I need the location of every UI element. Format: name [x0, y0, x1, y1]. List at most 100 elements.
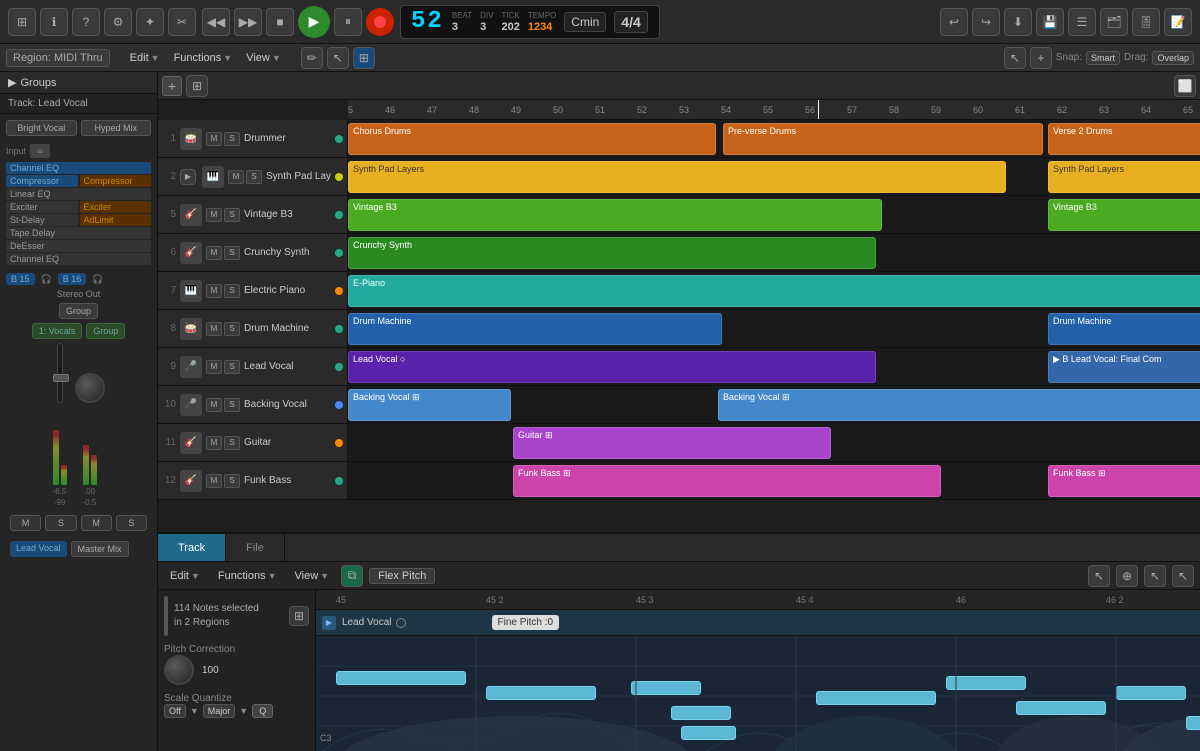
s-btn-2[interactable]: S: [116, 515, 147, 531]
settings-btn[interactable]: ⚙: [104, 8, 132, 36]
region-backing-2[interactable]: Backing Vocal ⊞: [718, 389, 1200, 421]
region-drum-machine-2[interactable]: Drum Machine: [1048, 313, 1200, 345]
track-name-btn[interactable]: Lead Vocal: [10, 541, 67, 557]
region-chorus-drums[interactable]: Chorus Drums: [348, 123, 716, 155]
pitch-knob[interactable]: [164, 655, 194, 685]
read-btn-group[interactable]: Group: [86, 323, 125, 339]
region-verse2-drums[interactable]: Verse 2 Drums: [1048, 123, 1200, 155]
plugin-exciter-2[interactable]: Exciter: [80, 201, 152, 213]
region-vintage-1[interactable]: Vintage B3: [348, 199, 882, 231]
region-bass-2[interactable]: Funk Bass ⊞: [1048, 465, 1200, 497]
region-synth-1[interactable]: Synth Pad Layers: [348, 161, 1006, 193]
drag-select[interactable]: Overlap: [1152, 51, 1194, 65]
m-btn-1[interactable]: M: [10, 515, 41, 531]
track-content-1[interactable]: Chorus Drums Pre-verse Drums Verse 2 Dru…: [348, 120, 1200, 157]
master-mix-btn[interactable]: Master Mix: [71, 541, 129, 557]
editor-functions-menu[interactable]: Functions ▼: [212, 568, 283, 584]
scale-off-select[interactable]: Off: [164, 704, 186, 718]
fader-thumb-1[interactable]: [53, 374, 69, 382]
solo-btn-11[interactable]: S: [224, 436, 240, 450]
mute-btn-9[interactable]: M: [206, 360, 222, 374]
solo-btn-12[interactable]: S: [224, 474, 240, 488]
notepad-btn[interactable]: 📝: [1164, 8, 1192, 36]
plugin-channel-eq-2[interactable]: Channel EQ: [6, 253, 151, 265]
forward-btn[interactable]: ▶▶: [234, 8, 262, 36]
mute-btn-5[interactable]: M: [206, 208, 222, 222]
track-settings-btn[interactable]: ⊞: [186, 75, 208, 97]
solo-btn-6[interactable]: S: [224, 246, 240, 260]
tool-btn2[interactable]: ✂: [168, 8, 196, 36]
mute-btn-10[interactable]: M: [206, 398, 222, 412]
tab-file[interactable]: File: [226, 534, 285, 561]
s-btn-1[interactable]: S: [45, 515, 76, 531]
editor-play-mini[interactable]: ▶: [322, 616, 336, 630]
pitch-note-4[interactable]: [671, 706, 731, 720]
mixer-btn[interactable]: 🎚: [1132, 8, 1160, 36]
link-btn[interactable]: ∞: [30, 144, 50, 158]
track-content-2[interactable]: Synth Pad Layers Synth Pad Layers: [348, 158, 1200, 195]
pitch-note-9[interactable]: [1116, 686, 1186, 700]
pitch-note-8[interactable]: [1016, 701, 1106, 715]
mute-btn-1[interactable]: M: [206, 132, 222, 146]
mute-btn-8[interactable]: M: [206, 322, 222, 336]
plus-tool[interactable]: +: [1030, 47, 1052, 69]
info-btn[interactable]: ℹ: [40, 8, 68, 36]
rewind-btn[interactable]: ◀◀: [202, 8, 230, 36]
window-btn[interactable]: ⊞: [8, 8, 36, 36]
editor-edit-menu[interactable]: Edit ▼: [164, 568, 206, 584]
pitch-editor-canvas[interactable]: C3: [316, 636, 1200, 751]
flex-pitch-label[interactable]: Flex Pitch: [369, 568, 435, 584]
pitch-note-5[interactable]: [681, 726, 736, 740]
preset-bright-vocal[interactable]: Bright Vocal: [6, 120, 77, 136]
track-content-12[interactable]: Funk Bass ⊞ Funk Bass ⊞: [348, 462, 1200, 499]
region-backing-1[interactable]: Backing Vocal ⊞: [348, 389, 511, 421]
solo-btn-10[interactable]: S: [224, 398, 240, 412]
editor-tool-1[interactable]: ↖: [1088, 565, 1110, 587]
tool-pencil[interactable]: ✏: [301, 47, 323, 69]
plugin-adlimit[interactable]: AdLimit: [80, 214, 152, 226]
plugin-deesser[interactable]: DeEsser: [6, 240, 151, 252]
editor-view-menu[interactable]: View ▼: [289, 568, 336, 584]
bounce-btn[interactable]: ⬇: [1004, 8, 1032, 36]
track-content-5[interactable]: Vintage B3 Vintage B3: [348, 196, 1200, 233]
pitch-note-7[interactable]: [946, 676, 1026, 690]
mute-btn-6[interactable]: M: [206, 246, 222, 260]
browser-btn[interactable]: 🗂: [1100, 8, 1128, 36]
functions-menu[interactable]: Functions ▼: [168, 50, 239, 66]
region-guitar[interactable]: Guitar ⊞: [513, 427, 831, 459]
region-lead-vocal[interactable]: Lead Vocal ○: [348, 351, 876, 383]
plugin-channel-eq-1[interactable]: Channel EQ: [6, 162, 151, 174]
pitch-note-10[interactable]: [1186, 716, 1200, 730]
notes-expand-btn[interactable]: ⊞: [289, 606, 309, 626]
tab-track[interactable]: Track: [158, 534, 226, 561]
track-content-7[interactable]: E-Piano: [348, 272, 1200, 309]
view-menu[interactable]: View ▼: [240, 50, 287, 66]
region-lead-vocal-b[interactable]: ▶ B Lead Vocal: Final Com: [1048, 351, 1200, 383]
region-preverse-drums[interactable]: Pre-verse Drums: [723, 123, 1043, 155]
edit-menu[interactable]: Edit ▼: [124, 50, 166, 66]
region-epiano[interactable]: E-Piano: [348, 275, 1200, 307]
pitch-note-3[interactable]: [631, 681, 701, 695]
pitch-note-1[interactable]: [336, 671, 466, 685]
editor-tool-4[interactable]: ↖: [1172, 565, 1194, 587]
tool-btn1[interactable]: ✦: [136, 8, 164, 36]
pause-btn[interactable]: ⏸: [334, 8, 362, 36]
play-btn[interactable]: ▶: [298, 6, 330, 38]
snap-select[interactable]: Smart: [1086, 51, 1120, 65]
redo-btn[interactable]: ↪: [972, 8, 1000, 36]
region-drum-machine-1[interactable]: Drum Machine: [348, 313, 722, 345]
solo-btn-9[interactable]: S: [224, 360, 240, 374]
save-btn[interactable]: 💾: [1036, 8, 1064, 36]
record-btn[interactable]: [366, 8, 394, 36]
plugin-linear-eq[interactable]: Linear EQ: [6, 188, 151, 200]
region-vintage-2[interactable]: Vintage B3: [1048, 199, 1200, 231]
quantize-btn[interactable]: Q: [252, 704, 273, 718]
track-content-6[interactable]: Crunchy Synth: [348, 234, 1200, 271]
pan-knob[interactable]: [75, 373, 105, 403]
track-content-9[interactable]: Lead Vocal ○ ▶ B Lead Vocal: Final Com A…: [348, 348, 1200, 385]
track-end-btn[interactable]: ⬜: [1174, 75, 1196, 97]
tool-select[interactable]: ↖: [327, 47, 349, 69]
track-content-11[interactable]: Guitar ⊞: [348, 424, 1200, 461]
add-track-btn[interactable]: +: [162, 76, 182, 96]
track-content-10[interactable]: Backing Vocal ⊞ Backing Vocal ⊞: [348, 386, 1200, 423]
